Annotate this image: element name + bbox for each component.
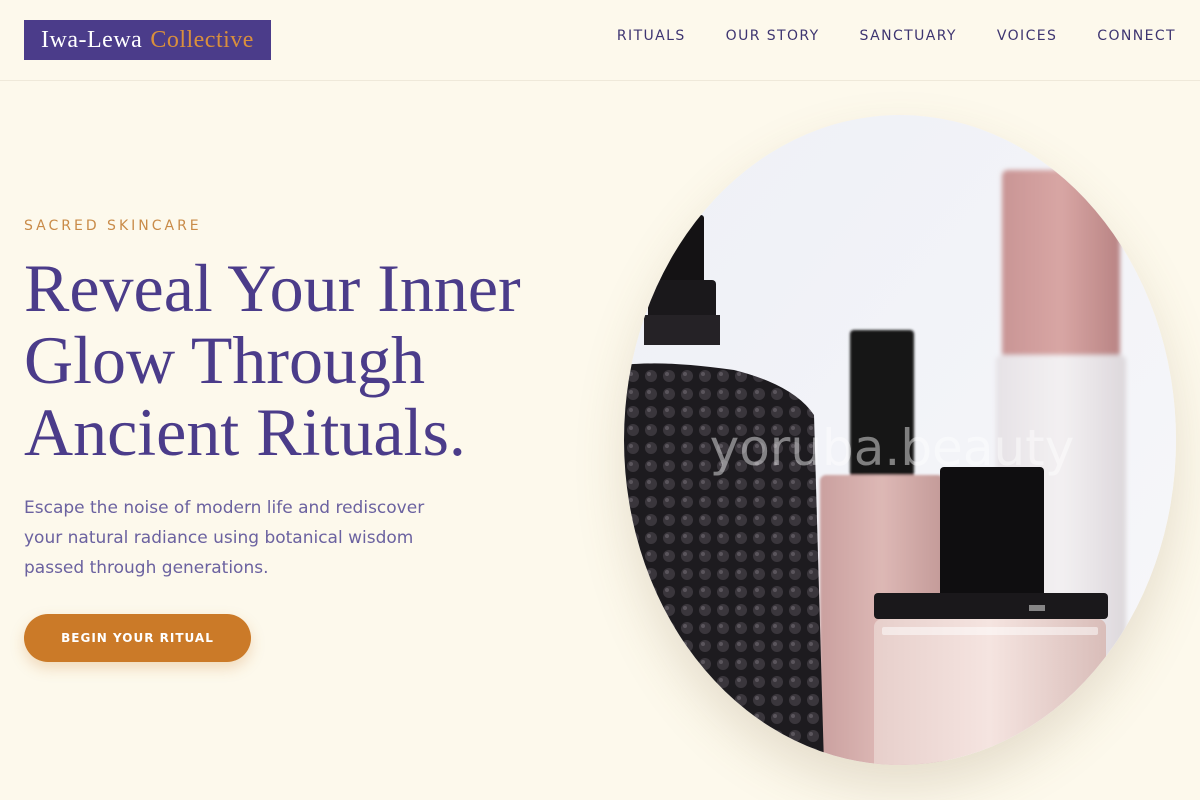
- nav-link-voices[interactable]: VOICES: [997, 28, 1057, 44]
- image-watermark: yoruba.beauty: [710, 419, 1075, 477]
- nav-link-rituals[interactable]: RITUALS: [617, 28, 686, 44]
- hero-headline-line-2: Glow Through: [24, 322, 426, 398]
- hero-description: Escape the noise of modern life and redi…: [24, 498, 425, 578]
- main-nav: RITUALS OUR STORY SANCTUARY VOICES CONNE…: [617, 28, 1176, 44]
- hero-headline-line-1: Reveal Your Inner: [24, 250, 521, 326]
- logo-accent-text: Collective: [150, 26, 254, 53]
- hero-headline: Reveal Your Inner Glow Through Ancient R…: [24, 252, 584, 468]
- perfume-bottles-photo: yoruba.beauty: [624, 115, 1176, 765]
- nav-link-our-story[interactable]: OUR STORY: [726, 28, 820, 44]
- nav-link-sanctuary[interactable]: SANCTUARY: [860, 28, 957, 44]
- site-header: Iwa-Lewa Collective RITUALS OUR STORY SA…: [0, 0, 1200, 81]
- begin-ritual-button[interactable]: BEGIN YOUR RITUAL: [24, 614, 251, 662]
- hero-headline-line-3: Ancient Rituals.: [24, 394, 466, 470]
- logo[interactable]: Iwa-Lewa Collective: [24, 20, 271, 60]
- hero-eyebrow: SACRED SKINCARE: [24, 218, 202, 234]
- hero-product-image: yoruba.beauty: [624, 115, 1176, 765]
- logo-primary-text: Iwa-Lewa: [41, 26, 143, 53]
- nav-link-connect[interactable]: CONNECT: [1097, 28, 1176, 44]
